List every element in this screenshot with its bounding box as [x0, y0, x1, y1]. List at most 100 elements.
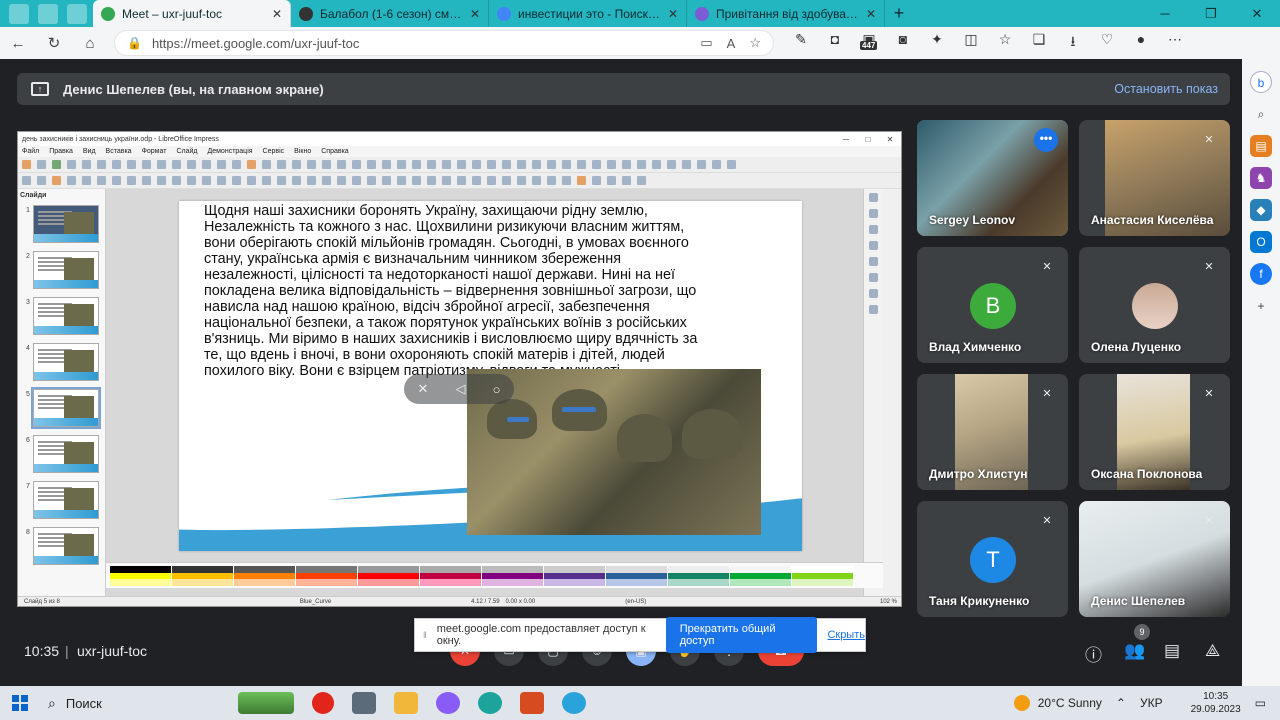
stop-presenting-button[interactable]: Остановить показ	[1114, 82, 1218, 96]
puzzle-icon[interactable]: ✦	[920, 31, 954, 55]
windows-start-icon[interactable]	[12, 695, 28, 711]
hide-notice-link[interactable]: Скрыть	[827, 629, 865, 641]
facebook-icon[interactable]: f	[1250, 263, 1272, 285]
palette-swatch	[730, 579, 791, 587]
close-tab-icon[interactable]: ✕	[866, 7, 876, 21]
participant-tile[interactable]: ✕ Олена Луценко	[1079, 247, 1230, 363]
lock-icon[interactable]: 🔒	[127, 36, 142, 50]
edge-icon[interactable]	[478, 692, 502, 714]
extension-icon[interactable]: ✎	[784, 31, 818, 55]
weather-text[interactable]: 20°C Sunny	[1038, 696, 1102, 710]
browser-tab[interactable]: Meet – uxr-juuf-toc ✕	[93, 0, 291, 27]
back-icon[interactable]: ←	[0, 35, 36, 52]
drag-handle-icon[interactable]: ‖	[423, 630, 427, 640]
url-bar[interactable]: 🔒 https://meet.google.com/uxr-juuf-toc ▭…	[114, 30, 774, 56]
camera-icon[interactable]: ▭	[700, 35, 712, 51]
favorites-icon[interactable]: ☆	[988, 31, 1022, 55]
participant-tile[interactable]: ••• Sergey Leonov	[917, 120, 1068, 236]
search-icon[interactable]: ⌕	[1250, 103, 1272, 125]
lo-menu-item: Сервіс	[262, 148, 285, 155]
participant-tile[interactable]: ✕ Оксана Поклонова	[1079, 374, 1230, 490]
home-icon[interactable]: ⌂	[72, 35, 108, 52]
weather-sun-icon[interactable]	[1013, 695, 1030, 711]
slide-number: 7	[26, 483, 30, 490]
mic-off-icon: ✕	[417, 381, 429, 396]
split-screen-icon[interactable]: ◫	[954, 31, 988, 55]
close-tab-icon[interactable]: ✕	[668, 7, 678, 21]
status-slide: Слайд 5 из 8	[24, 598, 60, 605]
screenshot-icon[interactable]: ◙	[886, 31, 920, 55]
calendar-icon[interactable]	[38, 3, 58, 24]
tab-actions-icon[interactable]	[9, 3, 29, 24]
participant-initial-avatar: T	[970, 537, 1016, 583]
reload-icon[interactable]: ↻	[36, 34, 72, 52]
meet-main-area: ↑ Денис Шепелев (вы, на главном экране) …	[0, 59, 1242, 686]
taskbar-search[interactable]: ⌕ Поиск	[48, 695, 198, 712]
slide-number: 8	[26, 529, 30, 536]
status-size: 0.00 x 0.00	[505, 598, 536, 605]
url-text[interactable]: https://meet.google.com/uxr-juuf-toc	[152, 36, 686, 51]
close-window-button[interactable]: ✕	[1234, 0, 1280, 27]
palette-swatch	[358, 572, 419, 580]
activities-icon[interactable]: ⟁	[1205, 641, 1220, 661]
downloads-icon[interactable]: ⭳	[1056, 31, 1090, 55]
copilot-taskbar-icon[interactable]	[436, 692, 460, 714]
language-indicator[interactable]: УКР	[1140, 696, 1163, 710]
taskbar-clock[interactable]: 10:35 29.09.2023	[1191, 690, 1241, 716]
browser-tab[interactable]: Балабол (1-6 сезон) смотреть он ✕	[291, 0, 489, 27]
taskbar-apps	[238, 692, 604, 714]
libreoffice-toolbar-standard	[18, 157, 901, 173]
participant-tile[interactable]: T ✕ Таня Крикуненко	[917, 501, 1068, 617]
favorite-star-icon[interactable]: ☆	[749, 35, 761, 51]
slide-workarea: Щодня наші захисники боронять Україну, з…	[106, 189, 883, 599]
copilot-icon[interactable]: b	[1250, 71, 1272, 93]
participant-tile[interactable]: ✕ Анастасия Киселёва	[1079, 120, 1230, 236]
outlook-icon[interactable]: O	[1250, 231, 1272, 253]
lo-menu-item: Вікно	[294, 148, 312, 155]
more-menu-icon[interactable]: ⋯	[1158, 31, 1192, 55]
people-icon[interactable]: 👥	[1124, 641, 1145, 661]
stop-sharing-button[interactable]: Прекратить общий доступ	[665, 617, 818, 653]
read-aloud-icon[interactable]: A	[727, 36, 736, 51]
presentation-bar: ↑ Денис Шепелев (вы, на главном экране) …	[17, 73, 1230, 105]
add-icon[interactable]: +	[1250, 295, 1272, 317]
close-tab-icon[interactable]: ✕	[470, 7, 480, 21]
tray-overflow-icon[interactable]: ⌃	[1116, 696, 1126, 710]
shopping-icon[interactable]: ▤	[1250, 135, 1272, 157]
new-tab-button[interactable]: +	[885, 3, 913, 24]
chat-icon[interactable]: ▤	[1164, 641, 1180, 661]
counter-badge: 447	[860, 41, 878, 50]
games-icon[interactable]: ♞	[1250, 167, 1272, 189]
notifications-icon[interactable]: ▭	[1255, 696, 1266, 710]
palette-swatch	[482, 579, 543, 587]
minimize-button[interactable]: ─	[1142, 0, 1188, 27]
search-icon: ⌕	[48, 694, 56, 711]
more-options-icon[interactable]: •••	[1034, 128, 1058, 152]
calculator-icon[interactable]	[352, 692, 376, 714]
instagram-icon[interactable]: ◘	[818, 31, 852, 55]
widgets-icon[interactable]	[238, 692, 294, 714]
browser-tab[interactable]: инвестиции это - Поиск в Goog ✕	[489, 0, 687, 27]
opera-icon[interactable]	[312, 692, 334, 714]
telegram-icon[interactable]	[562, 692, 586, 714]
libreoffice-toolbar-drawing	[18, 173, 901, 189]
file-explorer-icon[interactable]	[394, 692, 418, 714]
participant-tile[interactable]: ✕ Денис Шепелев	[1079, 501, 1230, 617]
browser-tab[interactable]: Привітання від здобувачів осві ✕	[687, 0, 885, 27]
checklist-icon[interactable]	[67, 3, 87, 24]
lo-menu-item: Вид	[82, 148, 96, 155]
meeting-details-icon[interactable]: ⓘ	[1085, 641, 1102, 666]
extension-counter-icon[interactable]: ▣ 447	[852, 31, 886, 55]
palette-swatch	[730, 566, 791, 573]
impress-icon[interactable]	[520, 692, 544, 714]
participant-tile[interactable]: B ✕ Влад Химченко	[917, 247, 1068, 363]
slide-thumbnail	[33, 297, 99, 335]
collections-icon[interactable]: ❏	[1022, 31, 1056, 55]
performance-icon[interactable]: ♡	[1090, 31, 1124, 55]
participant-name: Анастасия Киселёва	[1091, 213, 1214, 227]
office-icon[interactable]: ◆	[1250, 199, 1272, 221]
participant-tile[interactable]: ✕ Дмитро Хлистун	[917, 374, 1068, 490]
close-tab-icon[interactable]: ✕	[272, 7, 282, 21]
maximize-button[interactable]: ❐	[1188, 0, 1234, 27]
profile-avatar[interactable]: ●	[1124, 31, 1158, 55]
